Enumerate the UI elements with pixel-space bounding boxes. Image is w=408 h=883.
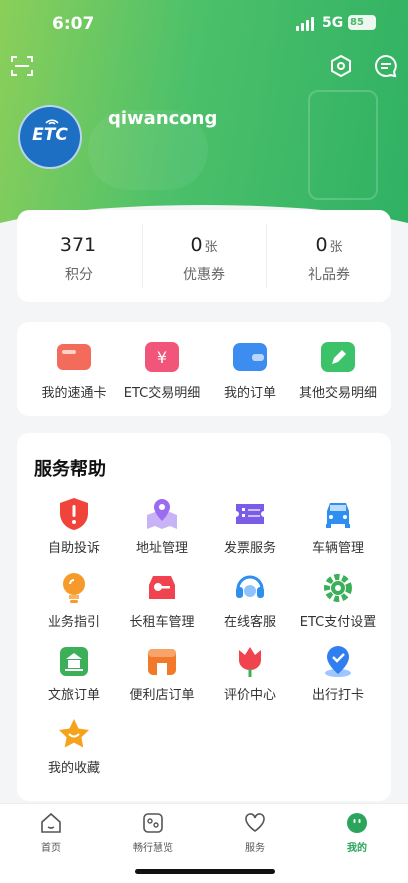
stat-gift-label: 礼品券 — [308, 267, 350, 283]
status-bar: 6:07 5G 85 — [0, 0, 408, 48]
stat-coupons-value: 0 — [190, 234, 203, 256]
battery-level: 85 — [350, 17, 364, 28]
tab-label: 畅行慧览 — [133, 843, 173, 854]
card-icon — [57, 344, 91, 370]
account-stats-card: 371 积分 0张 优惠券 0张 礼品券 — [17, 210, 391, 302]
tab-profile[interactable]: 我的 — [306, 812, 408, 856]
service-label: 我的收藏 — [47, 761, 100, 776]
quick-my-card[interactable]: 我的速通卡 — [27, 336, 121, 406]
profile-icon — [347, 813, 367, 833]
service-etc-payment-settings[interactable]: ETC支付设置 — [291, 571, 385, 635]
stat-points-value: 371 — [59, 234, 97, 256]
avatar[interactable]: ETC — [18, 105, 82, 169]
stat-points-label: 积分 — [65, 267, 93, 283]
tulip-icon — [239, 647, 261, 677]
shield-alert-icon — [60, 498, 88, 530]
tab-label: 服务 — [245, 843, 265, 854]
service-travel-checkin[interactable]: 出行打卡 — [291, 644, 385, 708]
stat-gift-vouchers[interactable]: 0张 礼品券 — [267, 210, 391, 302]
avatar-logo-text: ETC — [32, 125, 68, 145]
scan-icon[interactable] — [10, 54, 34, 78]
store-icon — [148, 649, 176, 675]
tab-browse[interactable]: 畅行慧览 — [102, 812, 204, 856]
stat-gift-unit: 张 — [329, 240, 343, 255]
car-icon — [326, 503, 350, 528]
stat-coupons-label: 优惠券 — [183, 267, 225, 283]
temple-ticket-icon — [60, 647, 88, 676]
wireless-signal-icon — [45, 119, 59, 125]
service-label: 出行打卡 — [311, 688, 364, 703]
service-label: ETC支付设置 — [299, 615, 377, 630]
stat-gift-value: 0 — [315, 234, 328, 256]
pencil-note-icon — [321, 342, 355, 372]
tab-label: 我的 — [347, 843, 367, 854]
service-favorites[interactable]: 我的收藏 — [27, 717, 121, 781]
service-help-card: 服务帮助 自助投诉 地址管理 发票服务 车辆管理 业务指引 长租车管理 在线客服… — [17, 433, 391, 801]
invoice-ticket-icon — [236, 504, 264, 524]
header-decoration-phone — [308, 90, 378, 200]
status-time: 6:07 — [52, 14, 95, 34]
tab-label: 首页 — [41, 843, 61, 854]
quick-actions-card: 我的速通卡 ¥ ETC交易明细 我的订单 其他交易明细 — [17, 322, 391, 416]
rental-car-key-icon — [149, 576, 175, 599]
svg-text:¥: ¥ — [157, 348, 167, 367]
network-type: 5G — [322, 15, 344, 31]
gear-wrench-icon — [324, 574, 352, 602]
service-vehicle[interactable]: 车辆管理 — [291, 497, 385, 561]
wallet-icon — [233, 343, 267, 371]
quick-etc-transactions[interactable]: ¥ ETC交易明细 — [115, 336, 209, 406]
section-title: 服务帮助 — [34, 459, 106, 480]
stat-points[interactable]: 371 积分 — [17, 210, 141, 302]
chat-bubble-icon[interactable] — [374, 54, 398, 78]
stat-coupons[interactable]: 0张 优惠券 — [142, 210, 266, 302]
yen-ticket-icon: ¥ — [145, 342, 179, 372]
stat-coupons-unit: 张 — [204, 240, 218, 255]
tab-services[interactable]: 服务 — [204, 812, 306, 856]
quick-my-orders[interactable]: 我的订单 — [203, 336, 297, 406]
home-indicator — [135, 869, 275, 874]
service-label: 车辆管理 — [311, 541, 364, 556]
quick-other-transactions[interactable]: 其他交易明细 — [291, 336, 385, 406]
lightbulb-icon — [63, 573, 85, 603]
star-icon — [59, 719, 89, 748]
heart-icon — [245, 813, 265, 832]
location-map-icon — [147, 499, 177, 529]
browse-icon — [143, 813, 163, 833]
battery-icon: 85 — [348, 15, 376, 30]
username[interactable]: qiwancong — [108, 108, 217, 129]
hexagon-settings-icon[interactable] — [329, 54, 353, 78]
home-icon — [41, 812, 61, 833]
location-check-icon — [325, 646, 351, 677]
quick-label: 其他交易明细 — [298, 386, 377, 401]
signal-icon — [296, 17, 316, 31]
tab-home[interactable]: 首页 — [0, 812, 102, 856]
headset-icon — [236, 575, 264, 598]
